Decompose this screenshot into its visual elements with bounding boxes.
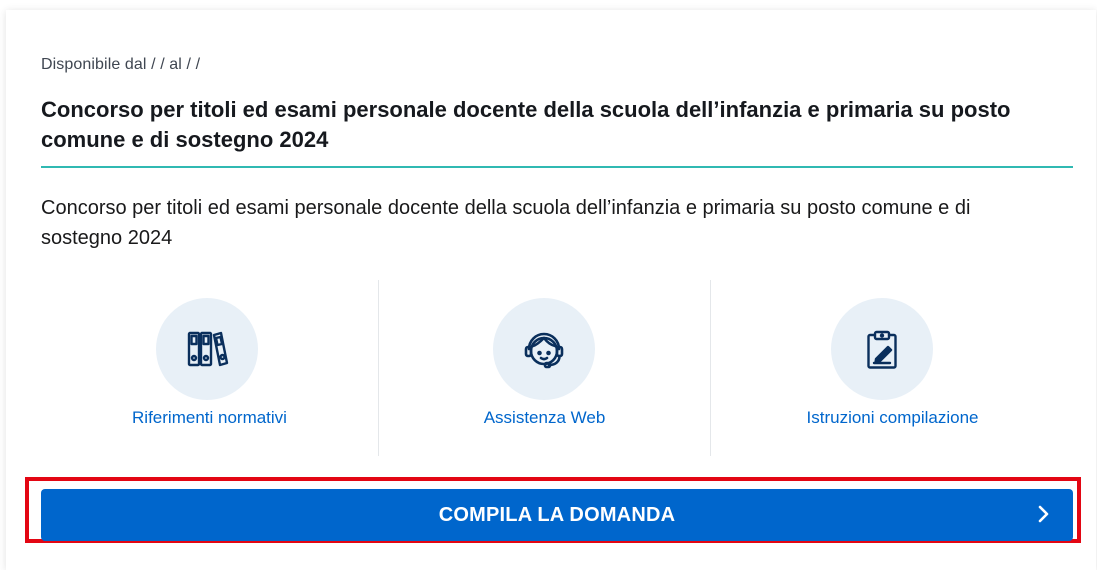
- link-assistenza-web[interactable]: Assistenza Web: [378, 280, 710, 456]
- announcement-title: Concorso per titoli ed esami personale d…: [41, 97, 1011, 152]
- page: Disponibile dal / / al / / Concorso per …: [0, 0, 1097, 570]
- chevron-right-icon: [1031, 502, 1055, 526]
- link-label: Assistenza Web: [483, 408, 606, 427]
- link-label: Riferimenti normativi: [132, 408, 287, 427]
- announcement-description: Concorso per titoli ed esami personale d…: [41, 197, 971, 249]
- link-label: Istruzioni compilazione: [806, 408, 979, 427]
- link-istruzioni-compilazione[interactable]: Istruzioni compilazione: [710, 280, 1074, 456]
- clipboard-edit-icon: [831, 298, 933, 400]
- link-riferimenti-normativi[interactable]: Riferimenti normativi: [41, 280, 378, 456]
- headset-support-icon: [493, 298, 595, 400]
- compila-la-domanda-button[interactable]: COMPILA LA DOMANDA: [41, 489, 1073, 541]
- availability-dates: Disponibile dal / / al / /: [41, 56, 201, 73]
- title-divider: [41, 166, 1073, 168]
- button-label: COMPILA LA DOMANDA: [438, 503, 676, 526]
- binders-icon: [156, 298, 258, 400]
- resource-links: Riferimenti normativi Assistenza Web Ist…: [41, 280, 1073, 456]
